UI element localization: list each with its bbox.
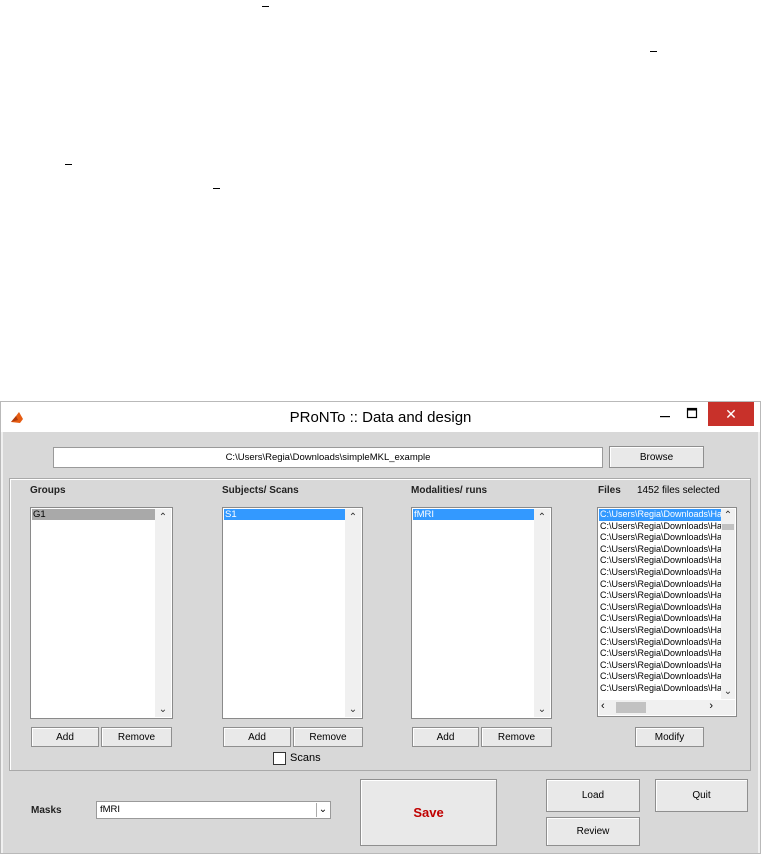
masks-selected-value: fMRI — [100, 804, 121, 815]
data-design-window: PRoNTo :: Data and design ✕ C:\Users\Reg… — [0, 401, 761, 854]
masks-label: Masks — [31, 805, 62, 816]
groups-remove-button[interactable]: Remove — [101, 727, 172, 747]
load-button[interactable]: Load — [546, 779, 640, 812]
files-label: Files — [598, 485, 621, 496]
masks-dropdown[interactable]: fMRI ⌄ — [96, 801, 331, 819]
file-row[interactable]: C:\Users\Regia\Downloads\Ha — [599, 683, 725, 695]
file-row[interactable]: C:\Users\Regia\Downloads\Ha — [599, 521, 725, 533]
review-button[interactable]: Review — [546, 817, 640, 846]
stray-mark — [650, 51, 657, 52]
scroll-right-icon[interactable]: › — [709, 700, 713, 712]
directory-path-text: C:\Users\Regia\Downloads\simpleMKL_examp… — [225, 452, 431, 463]
file-row[interactable]: C:\Users\Regia\Downloads\Ha — [599, 544, 725, 556]
files-count: 1452 files selected — [637, 485, 720, 496]
scroll-down-icon[interactable]: ⌄ — [721, 685, 735, 699]
file-row[interactable]: C:\Users\Regia\Downloads\Ha — [599, 637, 725, 649]
modalities-label: Modalities/ runs — [411, 485, 488, 496]
scroll-down-icon[interactable]: ⌄ — [534, 703, 550, 717]
file-row[interactable]: C:\Users\Regia\Downloads\Ha — [599, 579, 725, 591]
scroll-up-icon[interactable]: ⌃ — [534, 511, 550, 525]
window-title: PRoNTo :: Data and design — [289, 409, 472, 426]
scroll-down-icon[interactable]: ⌄ — [155, 703, 171, 717]
chevron-down-icon[interactable]: ⌄ — [316, 803, 329, 817]
scans-checkbox-label: Scans — [290, 752, 321, 764]
groups-list[interactable]: G1 ⌃ ⌄ — [30, 507, 173, 719]
scans-checkbox[interactable] — [273, 752, 286, 765]
file-row[interactable]: C:\Users\Regia\Downloads\Ha — [599, 509, 725, 521]
subjects-add-button[interactable]: Add — [223, 727, 291, 747]
list-item[interactable]: S1 — [224, 509, 345, 520]
file-row[interactable]: C:\Users\Regia\Downloads\Ha — [599, 660, 725, 672]
file-row[interactable]: C:\Users\Regia\Downloads\Ha — [599, 590, 725, 602]
stray-mark — [65, 164, 72, 165]
stray-mark — [213, 188, 220, 189]
file-row[interactable]: C:\Users\Regia\Downloads\Ha — [599, 602, 725, 614]
subjects-list[interactable]: S1 ⌃ ⌄ — [222, 507, 363, 719]
maximize-button[interactable] — [676, 402, 708, 424]
modalities-list[interactable]: fMRI ⌃ ⌄ — [411, 507, 552, 719]
file-row[interactable]: C:\Users\Regia\Downloads\Ha — [599, 613, 725, 625]
title-bar: PRoNTo :: Data and design ✕ — [1, 402, 760, 432]
list-item[interactable]: fMRI — [413, 509, 534, 520]
save-button[interactable]: Save — [360, 779, 497, 846]
stray-mark — [262, 6, 269, 7]
directory-path-field[interactable]: C:\Users\Regia\Downloads\simpleMKL_examp… — [53, 447, 603, 468]
scroll-up-icon[interactable]: ⌃ — [721, 509, 735, 523]
file-row[interactable]: C:\Users\Regia\Downloads\Ha — [599, 648, 725, 660]
groups-scrollbar[interactable]: ⌃ ⌄ — [155, 509, 171, 717]
files-list[interactable]: C:\Users\Regia\Downloads\Ha C:\Users\Regi… — [597, 507, 737, 717]
minimize-icon — [660, 416, 670, 418]
modalities-remove-button[interactable]: Remove — [481, 727, 552, 747]
close-icon: ✕ — [725, 405, 737, 422]
files-hscrollbar[interactable]: ‹ › — [599, 700, 735, 715]
scroll-thumb[interactable] — [722, 524, 734, 530]
file-row[interactable]: C:\Users\Regia\Downloads\Ha — [599, 567, 725, 579]
modalities-add-button[interactable]: Add — [412, 727, 479, 747]
files-vscrollbar[interactable]: ⌃ ⌄ — [721, 509, 735, 699]
subjects-scrollbar[interactable]: ⌃ ⌄ — [345, 509, 361, 717]
list-item[interactable]: G1 — [32, 509, 155, 520]
file-row[interactable]: C:\Users\Regia\Downloads\Ha — [599, 555, 725, 567]
scroll-up-icon[interactable]: ⌃ — [155, 511, 171, 525]
file-row[interactable]: C:\Users\Regia\Downloads\Ha — [599, 625, 725, 637]
scroll-down-icon[interactable]: ⌄ — [345, 703, 361, 717]
modify-button[interactable]: Modify — [635, 727, 704, 747]
subjects-label: Subjects/ Scans — [222, 485, 299, 496]
scroll-left-icon[interactable]: ‹ — [601, 700, 605, 712]
file-row[interactable]: C:\Users\Regia\Downloads\Ha — [599, 671, 725, 683]
client-area: C:\Users\Regia\Downloads\simpleMKL_examp… — [3, 432, 758, 853]
close-button[interactable]: ✕ — [708, 402, 754, 426]
design-panel: Groups G1 ⌃ ⌄ Add Remove Subjects/ Scans… — [9, 478, 751, 771]
groups-add-button[interactable]: Add — [31, 727, 99, 747]
modalities-scrollbar[interactable]: ⌃ ⌄ — [534, 509, 550, 717]
groups-label: Groups — [30, 485, 66, 496]
scroll-up-icon[interactable]: ⌃ — [345, 511, 361, 525]
scroll-thumb[interactable] — [616, 702, 646, 713]
maximize-icon — [686, 407, 698, 419]
quit-button[interactable]: Quit — [655, 779, 748, 812]
file-row[interactable]: C:\Users\Regia\Downloads\Ha — [599, 532, 725, 544]
browse-button[interactable]: Browse — [609, 446, 704, 468]
subjects-remove-button[interactable]: Remove — [293, 727, 363, 747]
